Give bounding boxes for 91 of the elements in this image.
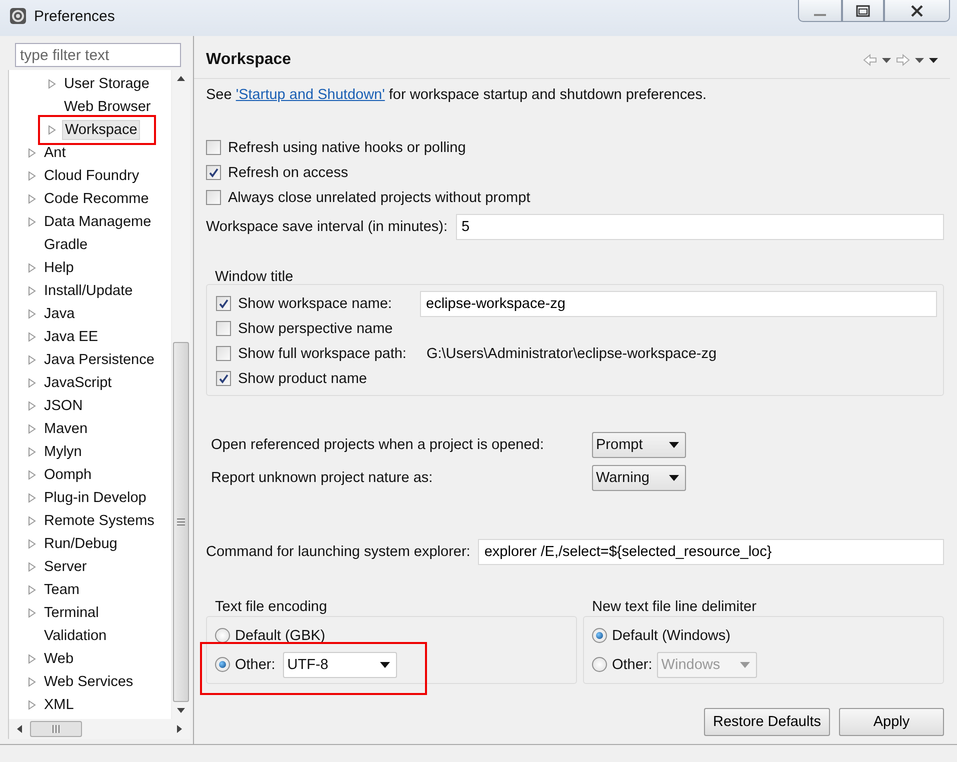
checkbox[interactable] bbox=[216, 371, 231, 386]
input-field[interactable]: 5 bbox=[456, 214, 944, 240]
scroll-thumb[interactable] bbox=[173, 342, 189, 702]
path-text: G:\Users\Administrator\eclipse-workspace-zg bbox=[426, 346, 717, 362]
checkbox-label: Always close unrelated projects without prompt bbox=[228, 190, 530, 206]
field-label: Open referenced projects when a project is opened: bbox=[211, 437, 545, 453]
input-field[interactable]: explorer /E,/select=${selected_resource_loc} bbox=[478, 538, 944, 564]
checkbox[interactable] bbox=[216, 346, 231, 361]
tree-item[interactable]: Plug-in Develop bbox=[42, 488, 148, 506]
tree-item[interactable]: Ant bbox=[42, 144, 68, 162]
scroll-right-icon bbox=[177, 725, 182, 733]
dropdown[interactable]: Prompt bbox=[592, 432, 686, 458]
restore-defaults-button[interactable]: Restore Defaults bbox=[704, 708, 830, 736]
radio-label: Other: bbox=[612, 656, 652, 672]
forward-arrow-icon bbox=[896, 54, 910, 66]
group-title: Text file encoding bbox=[215, 598, 328, 616]
tree-item[interactable]: Remote Systems bbox=[42, 512, 156, 530]
caret-icon bbox=[380, 662, 390, 668]
tree-item[interactable]: Run/Debug bbox=[42, 534, 120, 552]
gear-icon bbox=[9, 7, 27, 25]
maximize-icon bbox=[856, 4, 870, 16]
intro-text: See 'Startup and Shutdown' for workspace startup and shutdown preferences. bbox=[206, 86, 708, 105]
checkbox-label: Show workspace name: bbox=[238, 296, 393, 312]
group-title: New text file line delimiter bbox=[592, 598, 758, 616]
caret-icon bbox=[740, 662, 750, 668]
field-label: Workspace save interval (in minutes): bbox=[206, 218, 448, 234]
minimize-icon bbox=[814, 14, 826, 16]
group-title: Window title bbox=[215, 268, 294, 286]
field-label: Command for launching system explorer: bbox=[206, 544, 470, 560]
tree-item[interactable]: Web bbox=[42, 650, 76, 668]
checkbox-label: Show full workspace path: bbox=[238, 346, 406, 362]
maximize-button[interactable] bbox=[842, 0, 884, 22]
checkbox-label: Refresh on access bbox=[228, 164, 348, 180]
field-label: Report unknown project nature as: bbox=[211, 470, 434, 486]
checkbox[interactable] bbox=[206, 165, 221, 180]
tree-item[interactable]: Workspace bbox=[62, 120, 140, 140]
tree-item[interactable]: Code Recomme bbox=[42, 190, 151, 208]
tree-item[interactable]: Team bbox=[42, 580, 82, 598]
checkbox-label: Refresh using native hooks or polling bbox=[228, 140, 466, 156]
checkbox-label: Show perspective name bbox=[238, 320, 393, 336]
dropdown[interactable]: Warning bbox=[592, 465, 686, 491]
caret-icon bbox=[915, 58, 924, 62]
tree-item[interactable]: Mylyn bbox=[42, 442, 84, 460]
checkbox[interactable] bbox=[216, 296, 231, 311]
checkbox-label: Show product name bbox=[238, 370, 367, 386]
menu-caret-icon bbox=[929, 58, 938, 62]
checkbox[interactable] bbox=[206, 140, 221, 155]
caret-icon bbox=[882, 58, 891, 62]
radio-button[interactable] bbox=[215, 628, 230, 643]
window-title: Preferences bbox=[34, 8, 115, 24]
close-icon bbox=[910, 4, 924, 16]
search-field[interactable]: type filter text bbox=[15, 43, 181, 67]
radio-label: Default (GBK) bbox=[235, 628, 326, 644]
tree-item[interactable]: Java EE bbox=[42, 328, 100, 346]
tree-item[interactable]: Help bbox=[42, 258, 76, 276]
radio-label: Other: bbox=[235, 656, 276, 672]
tree-item[interactable]: XML bbox=[42, 696, 76, 714]
caret-icon bbox=[669, 442, 679, 448]
back-arrow-icon bbox=[863, 54, 877, 66]
tree-item[interactable]: Cloud Foundry bbox=[42, 166, 142, 184]
radio-label: Default (Windows) bbox=[612, 628, 730, 644]
startup-link[interactable]: 'Startup and Shutdown' bbox=[236, 87, 385, 103]
scroll-down-icon bbox=[177, 708, 185, 713]
radio-button[interactable] bbox=[592, 628, 607, 643]
tree-item[interactable]: Web Services bbox=[42, 672, 136, 690]
tree-item[interactable]: Gradle bbox=[42, 236, 90, 254]
tree-item[interactable]: Install/Update bbox=[42, 282, 135, 300]
tree-item[interactable]: Web Browser bbox=[62, 98, 153, 116]
dropdown[interactable]: UTF-8 bbox=[283, 652, 398, 678]
caret-icon bbox=[669, 475, 679, 481]
tree-item[interactable]: User Storage bbox=[62, 74, 152, 92]
tree-item[interactable]: Java Persistence bbox=[42, 350, 156, 368]
tree-item[interactable]: JSON bbox=[42, 396, 85, 414]
input-field[interactable]: eclipse-workspace-zg bbox=[420, 290, 937, 316]
tree-item[interactable]: Oomph bbox=[42, 466, 94, 484]
checkbox[interactable] bbox=[216, 321, 231, 336]
tree-item[interactable]: Server bbox=[42, 558, 89, 576]
scroll-up-icon bbox=[177, 76, 185, 81]
scroll-thumb[interactable] bbox=[30, 721, 82, 737]
radio-button[interactable] bbox=[215, 657, 230, 672]
tree-item[interactable]: Validation bbox=[42, 626, 109, 644]
tree-item[interactable]: Data Manageme bbox=[42, 212, 154, 230]
scroll-left-icon bbox=[17, 725, 22, 733]
checkbox[interactable] bbox=[206, 190, 221, 205]
page-title: Workspace bbox=[206, 51, 292, 69]
tree-item[interactable]: Java bbox=[42, 304, 77, 322]
apply-button[interactable]: Apply bbox=[839, 708, 944, 736]
close-button[interactable] bbox=[884, 0, 950, 22]
tree-item[interactable]: JavaScript bbox=[42, 374, 114, 392]
tree-item[interactable]: Terminal bbox=[42, 604, 101, 622]
tree-item[interactable]: Maven bbox=[42, 420, 90, 438]
